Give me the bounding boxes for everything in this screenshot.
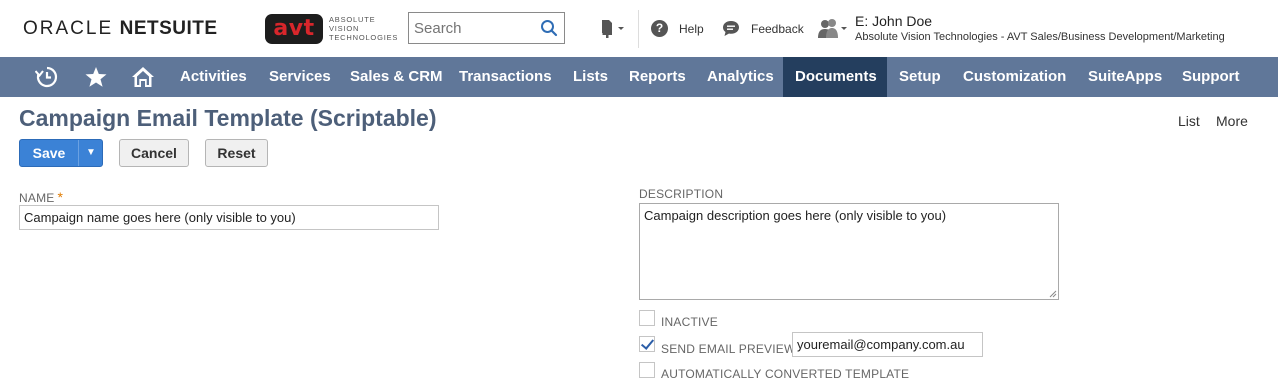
nav-sales-crm[interactable]: Sales & CRM <box>338 57 455 97</box>
page-title: Campaign Email Template (Scriptable) <box>19 105 437 131</box>
nav-setup[interactable]: Setup <box>887 57 953 97</box>
send-email-preview-checkbox[interactable] <box>639 336 655 352</box>
nav-services[interactable]: Services <box>257 57 343 97</box>
brand-netsuite: NETSUITE <box>119 18 218 39</box>
feedback-link[interactable]: Feedback <box>751 22 804 36</box>
name-field[interactable]: Campaign name goes here (only visible to… <box>19 205 439 230</box>
preview-email-field[interactable]: youremail@company.com.au <box>792 332 983 357</box>
inactive-label: INACTIVE <box>661 315 718 329</box>
save-menu-caret-icon[interactable]: ▼ <box>79 140 103 166</box>
company-logo-text: ABSOLUTE VISION TECHNOLOGIES <box>329 15 398 42</box>
company-logo: avt <box>265 14 323 44</box>
role-switcher-icon[interactable] <box>817 18 847 40</box>
company-logo-line: ABSOLUTE <box>329 15 376 24</box>
recent-records-icon[interactable] <box>35 66 59 88</box>
brand-oracle: ORACLE <box>23 18 114 39</box>
search-input[interactable] <box>414 13 534 43</box>
required-star-icon: * <box>57 189 64 205</box>
main-navigation: Activities Services Sales & CRM Transact… <box>0 57 1278 97</box>
help-link[interactable]: Help <box>679 22 704 36</box>
oracle-netsuite-logo[interactable]: ORACLE NETSUITE <box>23 18 218 40</box>
save-button-group: Save ▼ <box>19 139 103 167</box>
feedback-icon[interactable] <box>722 20 740 37</box>
favorites-star-icon[interactable] <box>84 66 108 88</box>
description-value: Campaign description goes here (only vis… <box>644 208 947 223</box>
description-textarea[interactable]: Campaign description goes here (only vis… <box>639 203 1059 300</box>
global-header: ORACLE NETSUITE avt ABSOLUTE VISION TECH… <box>0 0 1278 57</box>
auto-converted-checkbox[interactable] <box>639 362 655 378</box>
header-divider <box>638 10 639 48</box>
user-role[interactable]: Absolute Vision Technologies - AVT Sales… <box>855 31 1225 43</box>
nav-documents[interactable]: Documents <box>783 57 887 97</box>
home-icon[interactable] <box>131 66 155 88</box>
reset-button[interactable]: Reset <box>205 139 268 167</box>
cancel-button[interactable]: Cancel <box>119 139 189 167</box>
inactive-checkbox[interactable] <box>639 310 655 326</box>
auto-converted-label: AUTOMATICALLY CONVERTED TEMPLATE <box>661 367 910 381</box>
name-label-text: NAME <box>19 191 55 205</box>
save-button[interactable]: Save <box>20 140 78 166</box>
nav-activities[interactable]: Activities <box>168 57 259 97</box>
global-search <box>408 12 565 44</box>
user-name[interactable]: E: John Doe <box>855 13 932 29</box>
create-new-icon[interactable] <box>600 19 628 39</box>
nav-customization[interactable]: Customization <box>951 57 1078 97</box>
search-icon[interactable] <box>540 19 558 37</box>
nav-suiteapps[interactable]: SuiteApps <box>1076 57 1174 97</box>
more-link[interactable]: More <box>1216 113 1248 129</box>
nav-lists[interactable]: Lists <box>561 57 620 97</box>
name-label: NAME * <box>19 189 63 205</box>
nav-reports[interactable]: Reports <box>617 57 698 97</box>
list-link[interactable]: List <box>1178 113 1200 129</box>
nav-support[interactable]: Support <box>1170 57 1252 97</box>
description-label: DESCRIPTION <box>639 187 724 201</box>
company-logo-line: VISION <box>329 24 360 33</box>
resize-handle-icon[interactable] <box>1049 290 1057 298</box>
company-logo-line: TECHNOLOGIES <box>329 33 399 42</box>
nav-analytics[interactable]: Analytics <box>695 57 786 97</box>
nav-transactions[interactable]: Transactions <box>447 57 564 97</box>
send-email-preview-label: SEND EMAIL PREVIEW <box>661 342 796 356</box>
help-icon[interactable]: ? <box>651 20 668 37</box>
